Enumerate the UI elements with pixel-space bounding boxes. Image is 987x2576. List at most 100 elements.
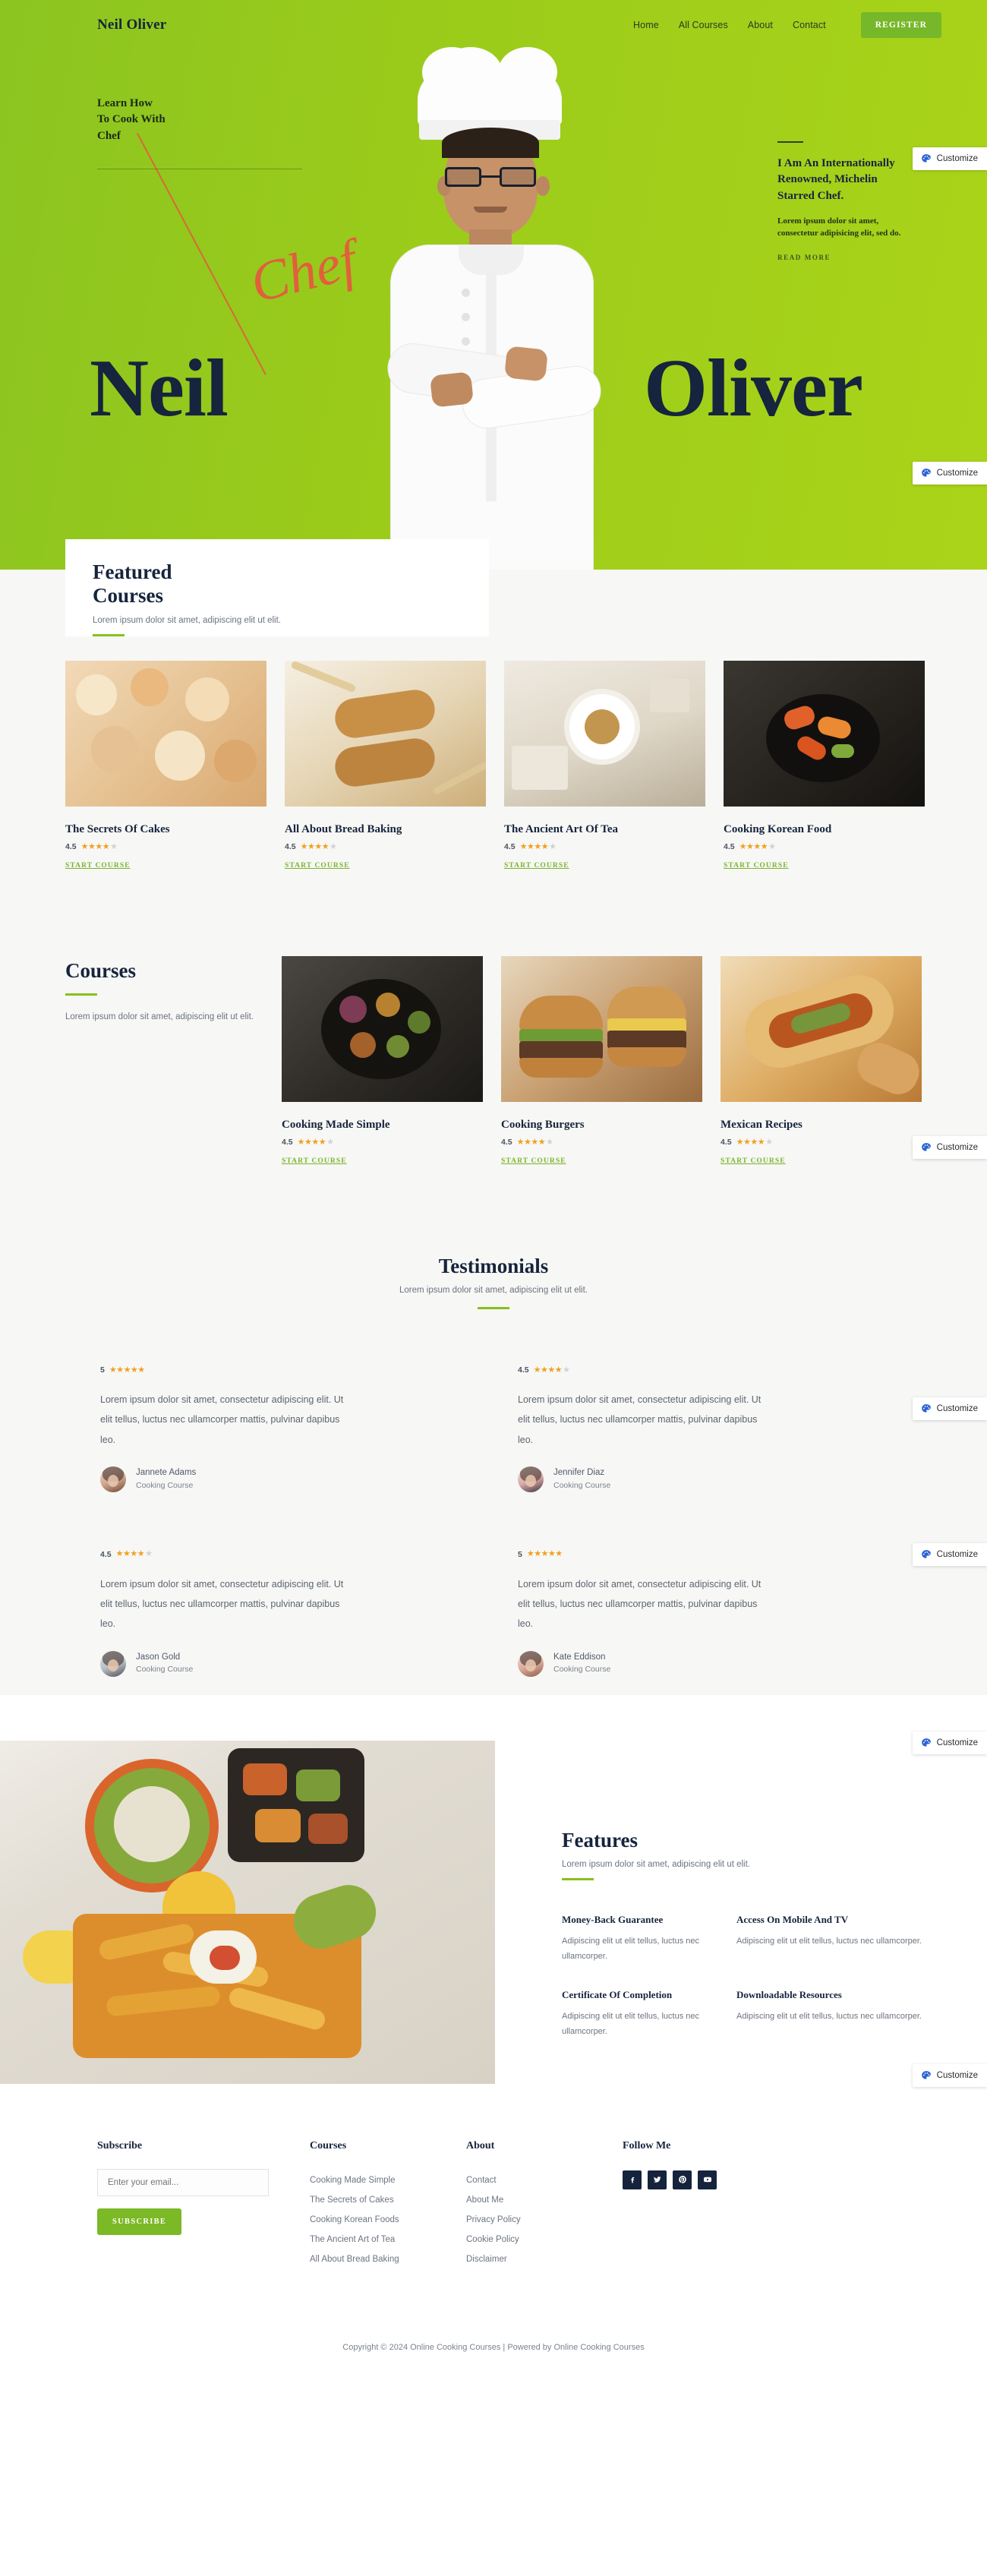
avatar xyxy=(100,1650,126,1677)
footer-link[interactable]: Cooking Korean Foods xyxy=(310,2210,466,2230)
register-button[interactable]: REGISTER xyxy=(860,12,941,38)
course-rating: 4.5 ★★★★ ★ xyxy=(65,842,266,851)
course-title: The Secrets Of Cakes xyxy=(65,823,170,835)
start-course-link[interactable]: START COURSE xyxy=(501,1157,566,1165)
footer-link[interactable]: Cookie Policy xyxy=(466,2230,623,2249)
customize-button-2[interactable]: Customize xyxy=(912,462,987,485)
testimonial-text: Lorem ipsum dolor sit amet, consectetur … xyxy=(100,1578,344,1630)
testimonial-author: Jason Gold Cooking Course xyxy=(100,1650,469,1677)
avatar xyxy=(518,1466,544,1492)
palette-icon xyxy=(921,154,931,163)
youtube-link[interactable] xyxy=(698,2170,717,2189)
start-course-link[interactable]: START COURSE xyxy=(504,862,569,870)
course-card[interactable]: The Ancient Art Of Tea 4.5 ★★★★ ★ START C… xyxy=(504,661,705,871)
footer-about-column: About Contact About Me Privacy Policy Co… xyxy=(466,2140,623,2270)
testimonials-title: Testimonials xyxy=(438,1255,549,1277)
course-card[interactable]: Mexican Recipes 4.5 ★★★★ ★ START COURSE xyxy=(721,956,922,1166)
rating-value: 5 xyxy=(100,1365,105,1375)
course-thumbnail-bread xyxy=(285,661,486,807)
footer-courses-links: Cooking Made Simple The Secrets of Cakes… xyxy=(310,2170,466,2270)
author-name: Jannete Adams xyxy=(136,1468,197,1478)
customize-button-4[interactable]: Customize xyxy=(912,1136,987,1159)
testimonial-author: Jennifer Diaz Cooking Course xyxy=(518,1466,887,1492)
footer-link[interactable]: The Secrets of Cakes xyxy=(310,2190,466,2210)
footer-columns: Subscribe SUBSCRIBE Courses Cooking Made… xyxy=(0,2083,987,2270)
course-title: Mexican Recipes xyxy=(721,1119,803,1131)
features-photo xyxy=(0,1740,495,2084)
nav-item-about[interactable]: About xyxy=(748,20,773,30)
star-icons: ★★★★★ xyxy=(739,841,776,851)
course-card[interactable]: Cooking Korean Food 4.5 ★★★★ ★ START COUR… xyxy=(724,661,925,871)
nav-item-home[interactable]: Home xyxy=(633,20,659,30)
customize-button-7[interactable]: Customize xyxy=(912,2063,987,2087)
start-course-link[interactable]: START COURSE xyxy=(721,1157,786,1165)
start-course-link[interactable]: START COURSE xyxy=(282,1157,347,1165)
course-card[interactable]: All About Bread Baking 4.5 ★★★★ ★ START C… xyxy=(285,661,486,871)
testimonials-heading: Testimonials Lorem ipsum dolor sit amet,… xyxy=(0,1255,987,1309)
footer-link[interactable]: The Ancient Art of Tea xyxy=(310,2230,466,2249)
site-logo[interactable]: Neil Oliver xyxy=(97,17,166,33)
course-thumbnail-burrito xyxy=(721,956,922,1102)
chef-hand-left xyxy=(503,346,549,382)
customize-label: Customize xyxy=(936,2070,978,2080)
course-rating: 4.5 ★★★★ ★ xyxy=(285,842,486,851)
testimonials-section: Testimonials Lorem ipsum dolor sit amet,… xyxy=(0,1166,987,1695)
palette-icon xyxy=(921,1738,931,1747)
subscribe-button[interactable]: SUBSCRIBE xyxy=(97,2208,182,2235)
footer-link[interactable]: Contact xyxy=(466,2170,623,2190)
course-title: Cooking Korean Food xyxy=(724,823,832,835)
footer-link[interactable]: Privacy Policy xyxy=(466,2210,623,2230)
nav-item-contact[interactable]: Contact xyxy=(793,20,826,30)
chef-hand-right xyxy=(429,371,475,408)
course-card[interactable]: The Secrets Of Cakes 4.5 ★★★★ ★ START COU… xyxy=(65,661,266,871)
feature-desc: Adipiscing elit ut elit tellus, luctus n… xyxy=(736,1936,922,1946)
star-icons: ★★★★★ xyxy=(115,1549,153,1559)
courses-accent-dash xyxy=(65,993,97,996)
email-field[interactable] xyxy=(97,2168,269,2196)
pinterest-link[interactable] xyxy=(673,2170,692,2189)
course-rating: 4.5 ★★★★ ★ xyxy=(504,842,705,851)
follow-me-heading: Follow Me xyxy=(623,2139,671,2151)
course-thumbnail-tea xyxy=(504,661,705,807)
customize-button-5[interactable]: Customize xyxy=(912,1542,987,1566)
hero-last-name: Oliver xyxy=(644,343,863,434)
footer-about-links: Contact About Me Privacy Policy Cookie P… xyxy=(466,2170,623,2270)
start-course-link[interactable]: START COURSE xyxy=(724,862,789,870)
testimonial-rating: 5 ★★★★★ xyxy=(100,1365,469,1375)
author-role: Cooking Course xyxy=(553,1665,611,1675)
customize-button-3[interactable]: Customize xyxy=(912,1397,987,1420)
nav-item-all-courses[interactable]: All Courses xyxy=(679,20,728,30)
top-navigation: Neil Oliver Home All Courses About Conta… xyxy=(0,0,987,50)
twitter-link[interactable] xyxy=(648,2170,667,2189)
footer-link[interactable]: Cooking Made Simple xyxy=(310,2170,466,2190)
footer-link[interactable]: About Me xyxy=(466,2190,623,2210)
customize-label: Customize xyxy=(936,1143,978,1152)
copyright-text: Copyright © 2024 Online Cooking Courses … xyxy=(342,2342,645,2352)
customize-button-1[interactable]: Customize xyxy=(912,147,987,170)
hero-content: Chef Learn How To Cook With Chef Neil Ol… xyxy=(0,47,987,570)
feature-desc: Adipiscing elit ut elit tellus, luctus n… xyxy=(562,1936,699,1962)
footer-link[interactable]: All About Bread Baking xyxy=(310,2249,466,2269)
rating-value: 4.5 xyxy=(721,1138,732,1147)
facebook-link[interactable] xyxy=(623,2170,642,2189)
course-title: Cooking Burgers xyxy=(501,1119,585,1131)
start-course-link[interactable]: START COURSE xyxy=(285,862,350,870)
customize-button-6[interactable]: Customize xyxy=(912,1731,987,1754)
footer-link[interactable]: Disclaimer xyxy=(466,2249,623,2269)
feature-title: Money-Back Guarantee xyxy=(562,1913,664,1925)
author-role: Cooking Course xyxy=(136,1480,194,1490)
hero-bio-title: I Am An Internationally Renowned, Michel… xyxy=(777,157,895,202)
read-more-link[interactable]: READ MORE xyxy=(777,254,831,261)
testimonial-rating: 5 ★★★★★ xyxy=(518,1550,887,1559)
star-icons: ★★★★★ xyxy=(533,1365,570,1375)
start-course-link[interactable]: START COURSE xyxy=(65,862,131,870)
star-icons: ★★★★★ xyxy=(300,841,337,851)
star-icons: ★★★★★ xyxy=(519,841,557,851)
feature-desc: Adipiscing elit ut elit tellus, luctus n… xyxy=(736,2011,922,2021)
course-card[interactable]: Cooking Made Simple 4.5 ★★★★ ★ START COUR… xyxy=(282,956,483,1166)
course-card[interactable]: Cooking Burgers 4.5 ★★★★ ★ START COURSE xyxy=(501,956,702,1166)
courses-desc: Lorem ipsum dolor sit amet, adipiscing e… xyxy=(65,1012,254,1022)
chef-collar xyxy=(459,245,524,275)
nav-links: Home All Courses About Contact REGISTER xyxy=(633,12,941,38)
rating-value: 4.5 xyxy=(65,842,77,851)
